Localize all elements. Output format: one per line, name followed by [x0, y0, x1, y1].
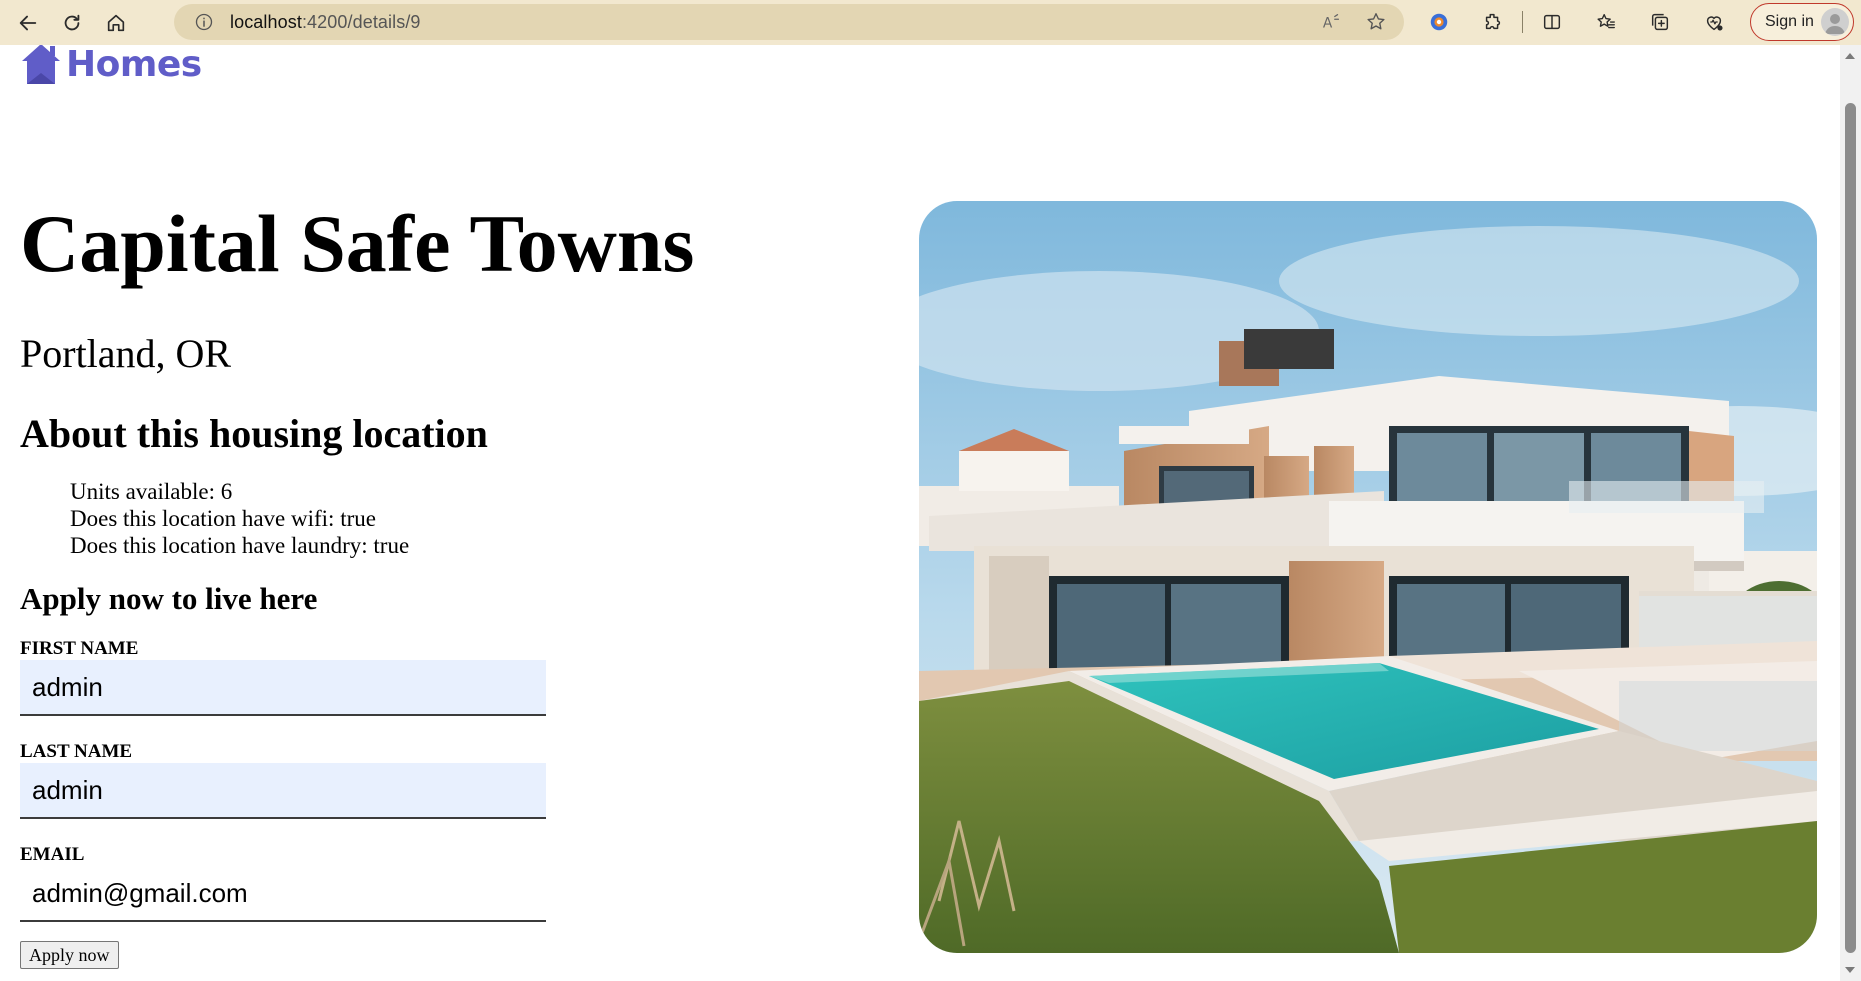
first-name-input[interactable]	[20, 660, 546, 716]
modern-villa-with-pool-photo	[919, 201, 1817, 953]
email-input[interactable]	[20, 866, 546, 922]
url-path: :4200/details/9	[301, 11, 421, 32]
split-screen-icon[interactable]	[1525, 4, 1579, 40]
extensions-icon[interactable]	[1466, 4, 1520, 40]
browser-essentials-icon[interactable]	[1687, 4, 1741, 40]
brand-logo[interactable]: Homes	[20, 45, 202, 91]
collections-icon[interactable]	[1633, 4, 1687, 40]
last-name-input[interactable]	[20, 763, 546, 819]
features-list: Units available: 6 Does this location ha…	[70, 478, 409, 559]
last-name-label: Last Name	[20, 741, 133, 762]
address-actions: A	[1314, 4, 1394, 40]
browser-tools	[1412, 4, 1741, 40]
scroll-up-arrow-icon[interactable]	[1845, 53, 1855, 59]
logo-text: Homes	[66, 45, 202, 85]
sign-in-button[interactable]: Sign in	[1750, 3, 1854, 41]
page-viewport: Homes Capital Safe Towns Portland, OR Ab…	[0, 45, 1840, 981]
feature-wifi: Does this location have wifi: true	[70, 506, 376, 531]
site-info-icon[interactable]	[192, 10, 216, 34]
about-heading: About this housing location	[20, 411, 488, 456]
feature-units: Units available: 6	[70, 479, 233, 504]
read-aloud-icon[interactable]: A	[1314, 4, 1350, 40]
refresh-icon	[64, 14, 80, 30]
copilot-extension-icon[interactable]	[1412, 4, 1466, 40]
svg-text:A: A	[1323, 16, 1333, 32]
feature-laundry: Does this location have laundry: true	[70, 533, 410, 558]
home-icon	[107, 14, 125, 31]
sign-in-label: Sign in	[1765, 13, 1814, 30]
address-url[interactable]: localhost:4200/details/9	[230, 12, 421, 33]
apply-form: First Name Last Name Email Apply now	[20, 638, 546, 969]
url-host: localhost	[230, 11, 302, 32]
refresh-button[interactable]	[50, 5, 94, 41]
apply-heading: Apply now to live here	[20, 581, 318, 616]
address-bar[interactable]: localhost:4200/details/9 A	[174, 4, 1404, 40]
listing-location: Portland, OR	[20, 331, 232, 376]
listing-title: Capital Safe Towns	[20, 198, 695, 289]
email-label: Email	[20, 844, 85, 865]
scrollbar-thumb[interactable]	[1845, 103, 1856, 953]
scroll-down-arrow-icon[interactable]	[1845, 967, 1855, 973]
home-button[interactable]	[94, 5, 138, 41]
back-arrow-icon	[19, 15, 37, 30]
listing-photo	[919, 201, 1817, 953]
browser-nav	[6, 5, 138, 41]
first-name-label: First Name	[20, 638, 139, 659]
apply-now-button[interactable]: Apply now	[20, 941, 119, 969]
profile-avatar-icon	[1821, 8, 1849, 36]
toolbar-separator	[1522, 11, 1523, 33]
house-logo-icon	[22, 45, 60, 84]
back-button[interactable]	[6, 5, 50, 41]
page-scrollbar[interactable]	[1840, 45, 1861, 981]
favorite-star-icon[interactable]	[1358, 4, 1394, 40]
browser-toolbar: localhost:4200/details/9 A Sign in	[0, 0, 1861, 45]
favorites-icon[interactable]	[1579, 4, 1633, 40]
